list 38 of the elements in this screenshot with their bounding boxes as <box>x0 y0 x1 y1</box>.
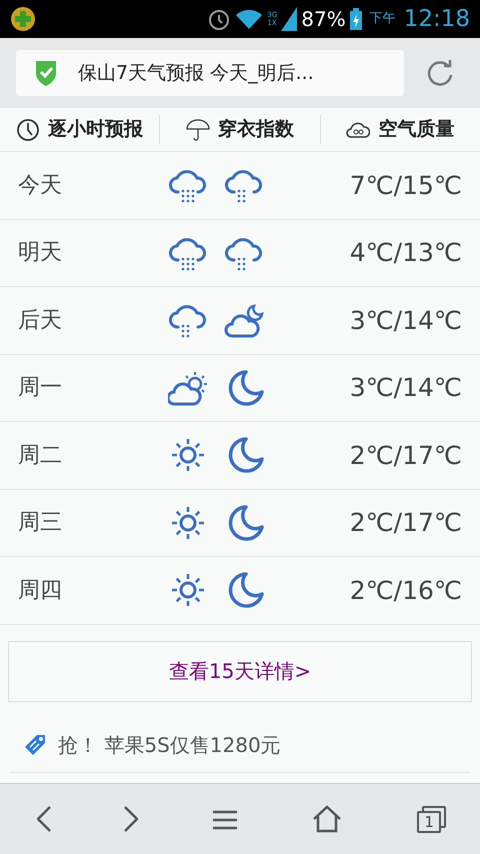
signal-icon <box>281 7 298 31</box>
promo-link[interactable]: 抢！ 苹果5S仅售1280元 <box>58 730 281 760</box>
clock-time: 12:18 <box>404 4 470 34</box>
menu-icon <box>212 810 238 830</box>
temperature-range: 3℃/14℃ <box>350 304 462 336</box>
temperature-range: 3℃/14℃ <box>350 372 462 404</box>
day-label: 周一 <box>18 374 63 402</box>
alarm-icon <box>207 7 232 31</box>
details-link[interactable]: 查看15天详情> <box>8 640 472 702</box>
day-label: 周四 <box>18 576 63 605</box>
temperature-range: 2℃/16℃ <box>350 574 462 606</box>
home-icon <box>312 805 342 833</box>
page-title: 保山7天气预报 今天_明后... <box>78 60 314 86</box>
day-label: 今天 <box>18 172 63 200</box>
clock-icon <box>16 118 40 142</box>
time-period: 下午 <box>370 10 396 28</box>
tab[interactable]: 穿衣指数 <box>159 115 320 144</box>
shield-check-icon <box>34 59 58 87</box>
temperature-range: 7℃/15℃ <box>350 170 462 202</box>
tab[interactable]: 空气质量 <box>320 115 480 144</box>
app-icon <box>10 6 36 32</box>
day-label: 后天 <box>18 306 63 335</box>
day-label: 明天 <box>18 239 63 268</box>
temperature-range: 4℃/13℃ <box>350 237 462 269</box>
back-icon <box>36 806 51 832</box>
tab[interactable]: 逐小时预报 <box>0 115 160 144</box>
refresh-icon <box>426 59 454 87</box>
battery-icon <box>350 8 362 30</box>
temperature-range: 2℃/17℃ <box>350 440 462 472</box>
address-field[interactable]: 保山7天气预报 今天_明后... <box>16 50 404 96</box>
umbrella-icon <box>186 118 210 142</box>
wifi-icon <box>235 8 264 30</box>
day-label: 周二 <box>18 442 63 470</box>
temperature-range: 2℃/17℃ <box>350 507 462 539</box>
forward-icon <box>124 806 138 832</box>
battery-percent: 87% <box>301 6 346 33</box>
tabs-button[interactable]: 1 <box>409 799 450 839</box>
day-label: 周三 <box>18 509 63 538</box>
